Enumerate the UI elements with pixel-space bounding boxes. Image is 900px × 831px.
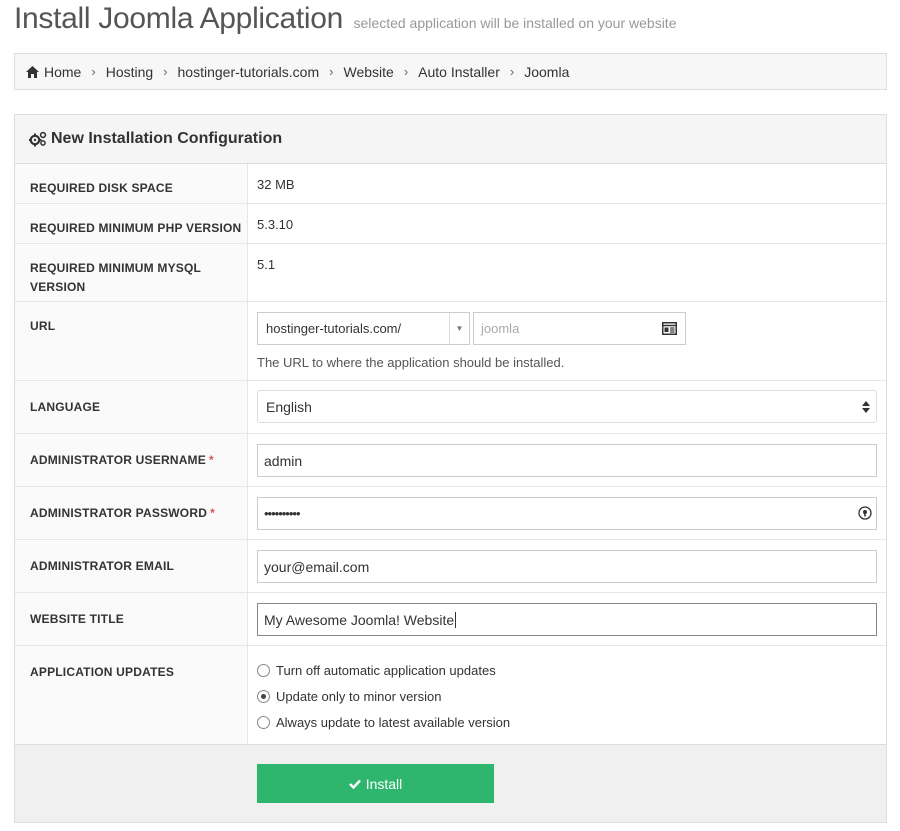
breadcrumb-home[interactable]: Home (26, 64, 81, 80)
updates-radio-group: Turn off automatic application updates U… (257, 646, 886, 735)
panel-title: New Installation Configuration (51, 130, 283, 147)
admin-username-label: ADMINISTRATOR USERNAME * (15, 434, 248, 486)
url-label: URL (15, 302, 248, 380)
breadcrumb-current-joomla: Joomla (524, 63, 570, 80)
breadcrumb: Home › Hosting › hostinger-tutorials.com… (14, 53, 887, 90)
check-icon (348, 779, 361, 789)
page-header: Install Joomla Application selected appl… (14, 2, 676, 42)
breadcrumb-link-hosting[interactable]: Hosting (106, 64, 153, 80)
breadcrumb-separator: › (403, 64, 409, 79)
row-mysql-version: REQUIRED MINIMUM MYSQL VERSION 5.1 (15, 244, 886, 302)
application-updates-label: APPLICATION UPDATES (15, 646, 248, 744)
panel-heading: New Installation Configuration (15, 115, 886, 164)
radio-label: Always update to latest available versio… (276, 714, 511, 730)
folder-browse-icon[interactable] (662, 322, 677, 335)
domain-select-value: hostinger-tutorials.com/ (266, 321, 402, 336)
mysql-version-value: 5.1 (257, 257, 276, 272)
admin-password-label: ADMINISTRATOR PASSWORD * (15, 487, 248, 539)
radio-updates-latest[interactable]: Always update to latest available versio… (257, 709, 886, 735)
install-path-input[interactable]: joomla (473, 312, 686, 345)
breadcrumb-separator: › (163, 64, 168, 79)
radio-updates-off[interactable]: Turn off automatic application updates (257, 657, 886, 683)
install-button[interactable]: Install (257, 764, 494, 803)
install-path-placeholder: joomla (481, 321, 520, 336)
breadcrumb-link-auto-installer[interactable]: Auto Installer (418, 64, 500, 80)
installation-config-panel: New Installation Configuration REQUIRED … (14, 114, 887, 823)
text-caret (455, 611, 457, 628)
row-admin-username: ADMINISTRATOR USERNAME * admin (15, 434, 886, 487)
required-marker: * (208, 453, 214, 467)
row-website-title: WEBSITE TITLE My Awesome Joomla! Website (15, 593, 886, 646)
radio-button[interactable] (257, 715, 270, 729)
php-version-value: 5.3.10 (257, 217, 294, 232)
admin-password-label-text: ADMINISTRATOR PASSWORD (30, 506, 208, 520)
website-title-value: My Awesome Joomla! Website (264, 611, 455, 628)
row-php-version: REQUIRED MINIMUM PHP VERSION 5.3.10 (15, 204, 886, 244)
breadcrumb-separator: › (509, 64, 515, 79)
radio-label: Turn off automatic application updates (276, 662, 496, 678)
breadcrumb-link-home[interactable]: Home (44, 64, 81, 80)
row-admin-password: ADMINISTRATOR PASSWORD * •••••••••• (15, 487, 886, 540)
page-subtitle: selected application will be installed o… (353, 15, 677, 31)
url-help-text: The URL to where the application should … (257, 355, 565, 370)
breadcrumb-separator: › (91, 64, 96, 79)
row-admin-email: ADMINISTRATOR EMAIL your@email.com (15, 540, 886, 593)
cogs-icon (29, 131, 47, 147)
breadcrumb-separator: › (329, 64, 334, 79)
language-select-value: English (266, 398, 312, 415)
disk-space-value: 32 MB (257, 177, 295, 192)
radio-updates-minor[interactable]: Update only to minor version (257, 683, 886, 709)
admin-username-input[interactable]: admin (257, 444, 877, 477)
row-language: LANGUAGE English (15, 381, 886, 434)
admin-email-label: ADMINISTRATOR EMAIL (15, 540, 248, 592)
domain-select[interactable]: hostinger-tutorials.com/ ▼ (257, 312, 470, 345)
mysql-version-label: REQUIRED MINIMUM MYSQL VERSION (15, 244, 248, 301)
install-button-label: Install (365, 775, 403, 792)
admin-email-input[interactable]: your@email.com (257, 550, 877, 583)
disk-space-label: REQUIRED DISK SPACE (15, 164, 248, 203)
website-title-input[interactable]: My Awesome Joomla! Website (257, 603, 877, 636)
row-disk-space: REQUIRED DISK SPACE 32 MB (15, 164, 886, 204)
admin-password-input[interactable]: •••••••••• (257, 497, 877, 530)
row-application-updates: APPLICATION UPDATES Turn off automatic a… (15, 646, 886, 744)
select-updown-icon (862, 401, 870, 413)
language-label: LANGUAGE (15, 381, 248, 433)
php-version-label: REQUIRED MINIMUM PHP VERSION (15, 204, 248, 243)
password-generate-icon[interactable] (858, 506, 872, 520)
admin-password-value: •••••••••• (264, 506, 301, 521)
required-marker: * (210, 506, 215, 520)
radio-button[interactable] (257, 663, 270, 677)
radio-label: Update only to minor version (276, 688, 442, 704)
caret-down-icon: ▼ (449, 313, 469, 344)
website-title-label: WEBSITE TITLE (15, 593, 248, 645)
admin-username-label-text: ADMINISTRATOR USERNAME (30, 453, 206, 467)
language-select[interactable]: English (257, 390, 877, 423)
page-title: Install Joomla Application (14, 2, 344, 35)
radio-button-selected[interactable] (257, 689, 270, 703)
admin-email-value: your@email.com (264, 558, 370, 575)
admin-username-value: admin (264, 452, 303, 469)
row-url: URL hostinger-tutorials.com/ ▼ joomla Th… (15, 302, 886, 381)
home-icon (26, 65, 39, 78)
breadcrumb-link-domain[interactable]: hostinger-tutorials.com (178, 64, 320, 80)
breadcrumb-link-website[interactable]: Website (343, 64, 393, 80)
panel-footer: Install (15, 744, 886, 822)
